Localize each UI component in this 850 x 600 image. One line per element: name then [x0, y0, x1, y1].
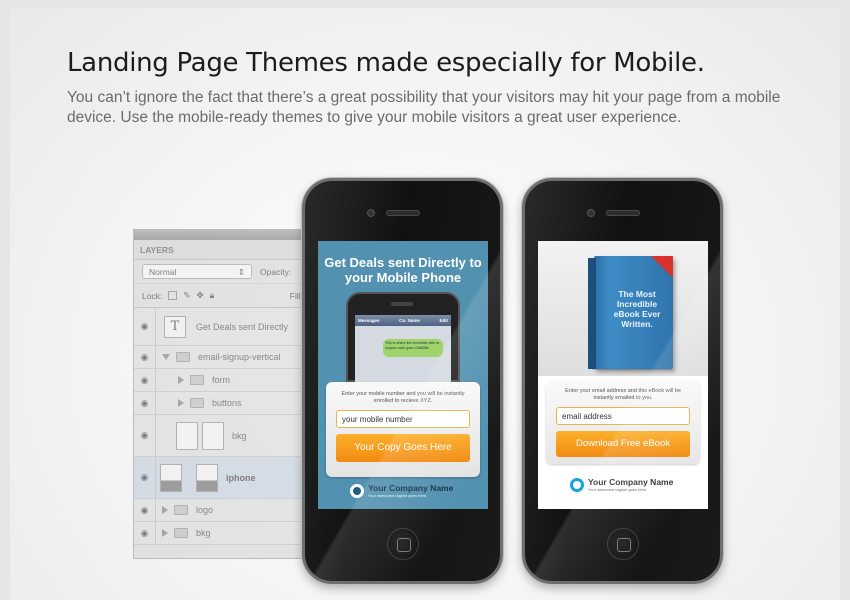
message-bubble: This is where the incredible offer or co…: [383, 339, 443, 357]
layer-name: Get Deals sent Directly: [196, 321, 289, 332]
layer-name: form: [212, 375, 230, 385]
sms-headline: Get Deals sent Directly to your Mobile P…: [324, 255, 482, 285]
lock-paint-icon[interactable]: ✎: [183, 290, 190, 301]
mini-speaker: [391, 302, 413, 306]
layer-name: buttons: [212, 398, 242, 408]
folder-icon: [174, 528, 188, 538]
blend-mode-value: Normal: [149, 267, 177, 277]
company-logo-icon: [350, 484, 364, 498]
company-branding: Your Company Name Your awesome tagline g…: [350, 484, 453, 498]
layer-name: bkg: [232, 430, 247, 441]
opacity-label: Opacity:: [260, 266, 292, 277]
visibility-eye-icon[interactable]: ◉: [134, 369, 156, 391]
layer-name: bkg: [196, 528, 211, 538]
folder-icon: [174, 505, 188, 515]
company-name: Your Company Name: [368, 483, 454, 493]
layer-row[interactable]: ◉ form: [134, 369, 307, 392]
expand-right-icon[interactable]: [178, 399, 184, 407]
ebook-cover-image: The Most Incredible eBook Ever Written.: [588, 256, 673, 371]
mini-navbar: Messages Co. Name Edit: [355, 315, 451, 326]
company-branding: Your Company Name Your awesome tagline g…: [570, 478, 673, 492]
front-camera: [367, 209, 375, 217]
mini-back-label: Messages: [358, 318, 380, 323]
form-instructions: Enter your mobile number and you will be…: [341, 391, 465, 404]
visibility-eye-icon[interactable]: ◉: [134, 346, 156, 368]
select-arrows-icon: ⇕: [237, 267, 245, 277]
earpiece-speaker: [606, 210, 640, 216]
layers-panel: LAYERS Normal ⇕ Opacity: Lock: ✎ ✥ 🔒︎ Fi…: [133, 229, 308, 559]
page-title: Landing Page Themes made especially for …: [67, 48, 705, 78]
layer-name: logo: [196, 505, 214, 515]
phone-mockup-sms: Get Deals sent Directly to your Mobile P…: [302, 178, 503, 584]
blend-mode-select[interactable]: Normal ⇕: [142, 264, 252, 279]
layer-thumbnail: [160, 463, 182, 492]
signup-form: Enter your email address and this eBook …: [546, 381, 700, 464]
blend-row: Normal ⇕ Opacity:: [134, 260, 307, 284]
company-tagline: Your awesome tagline goes here.: [588, 487, 648, 492]
layer-row[interactable]: ◉ email-signup-vertical: [134, 346, 307, 369]
lock-transparency-icon[interactable]: [168, 291, 178, 300]
layer-row[interactable]: ◉ buttons: [134, 392, 307, 415]
tab-layers[interactable]: LAYERS: [134, 240, 307, 260]
layer-name: email-signup-vertical: [198, 352, 281, 362]
mobile-number-input[interactable]: your mobile number: [336, 410, 470, 428]
visibility-eye-icon[interactable]: ◉: [134, 499, 156, 521]
expand-right-icon[interactable]: [162, 529, 168, 537]
book-spine: [588, 258, 596, 369]
layer-row[interactable]: ◉ logo: [134, 499, 307, 522]
page-description: You can’t ignore the fact that there’s a…: [67, 89, 781, 126]
front-camera: [587, 209, 595, 217]
fill-label: Fill:: [289, 290, 303, 301]
visibility-eye-icon[interactable]: ◉: [134, 392, 156, 414]
download-button[interactable]: Download Free eBook: [556, 431, 690, 457]
home-button: [387, 528, 419, 560]
signup-form: Enter your mobile number and you will be…: [326, 382, 480, 477]
layer-row[interactable]: ◉ bkg: [134, 522, 307, 545]
folder-icon: [190, 375, 204, 385]
expand-right-icon[interactable]: [178, 376, 184, 384]
layer-thumbnail: [176, 421, 198, 450]
layer-row-selected[interactable]: ◉ iphone: [134, 457, 307, 499]
expand-right-icon[interactable]: [162, 506, 168, 514]
mini-phone-illustration: Messages Co. Name Edit This is where the…: [346, 292, 460, 385]
home-button: [607, 528, 639, 560]
mini-title: Co. Name: [399, 318, 420, 323]
mini-screen: Messages Co. Name Edit This is where the…: [355, 315, 451, 385]
layer-mask-thumbnail: [202, 421, 224, 450]
visibility-eye-icon[interactable]: ◉: [134, 415, 156, 456]
lock-row: Lock: ✎ ✥ 🔒︎ Fill:: [134, 284, 307, 308]
layers-panel-titlebar[interactable]: [134, 230, 307, 240]
phone-screen: Get Deals sent Directly to your Mobile P…: [318, 241, 488, 509]
lock-label: Lock:: [142, 290, 163, 301]
layer-row[interactable]: ◉ T Get Deals sent Directly: [134, 308, 307, 346]
book-ribbon: [651, 256, 673, 278]
lock-all-icon[interactable]: 🔒︎: [210, 290, 215, 301]
lock-move-icon[interactable]: ✥: [196, 290, 203, 301]
company-logo-icon: [570, 478, 584, 492]
company-name: Your Company Name: [588, 477, 674, 487]
mini-edit-label: Edit: [439, 318, 449, 323]
visibility-eye-icon[interactable]: ◉: [134, 308, 156, 345]
phone-screen: The Most Incredible eBook Ever Written. …: [538, 241, 708, 509]
text-layer-icon: T: [164, 315, 186, 338]
earpiece-speaker: [386, 210, 420, 216]
form-instructions: Enter your email address and this eBook …: [565, 388, 681, 401]
folder-icon: [190, 398, 204, 408]
visibility-eye-icon[interactable]: ◉: [134, 522, 156, 544]
company-tagline: Your awesome tagline goes here.: [368, 493, 428, 498]
layer-row[interactable]: ◉ bkg: [134, 415, 307, 457]
phone-mockup-ebook: The Most Incredible eBook Ever Written. …: [522, 178, 723, 584]
email-input[interactable]: email address: [556, 407, 690, 425]
folder-icon: [176, 352, 190, 362]
expand-down-icon[interactable]: [162, 354, 170, 360]
visibility-eye-icon[interactable]: ◉: [134, 457, 156, 498]
submit-button[interactable]: Your Copy Goes Here: [336, 434, 470, 462]
layer-mask-thumbnail: [196, 463, 218, 492]
book-title: The Most Incredible eBook Ever Written.: [613, 289, 661, 329]
layer-name: iphone: [226, 472, 256, 483]
